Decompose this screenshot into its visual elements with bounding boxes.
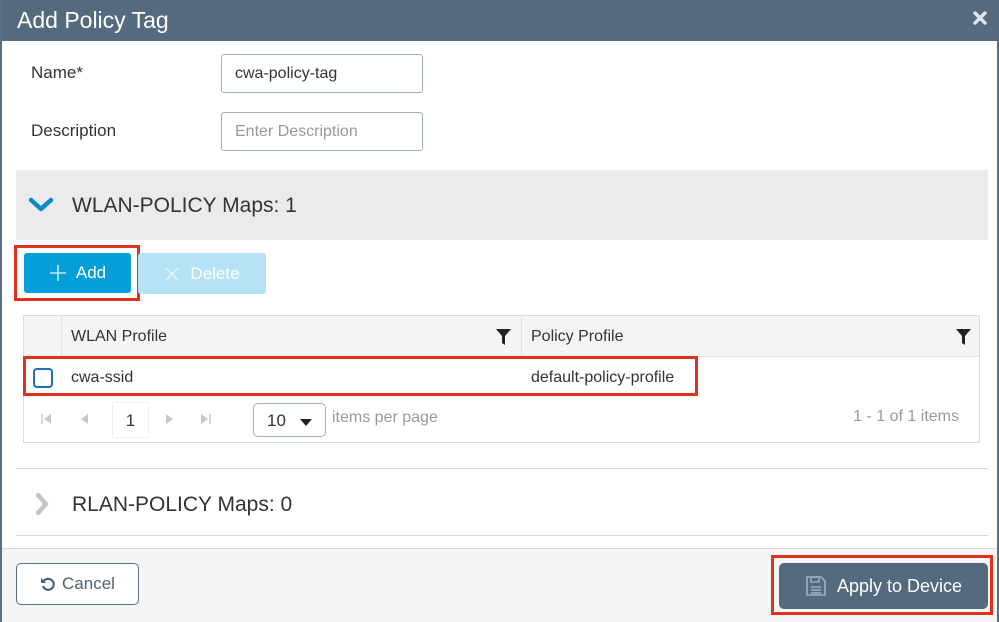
delete-button-label: Delete [190,263,240,283]
apply-to-device-button[interactable]: Apply to Device [779,563,988,609]
page-size-value: 10 [267,411,286,430]
rlan-policy-section-header[interactable]: RLAN-POLICY Maps: 0 [16,468,988,536]
column-header-wlan-profile[interactable]: WLAN Profile [71,316,167,357]
last-page-icon[interactable] [199,413,211,425]
dialog-footer: Cancel Apply to Device [2,548,997,622]
wlan-policy-section-title: WLAN-POLICY Maps: 1 [72,194,297,217]
items-per-page-label: items per page [332,409,438,426]
wlan-policy-grid: WLAN Profile Policy Profile cwa-ssid def… [23,315,980,443]
wlan-policy-section-header[interactable]: WLAN-POLICY Maps: 1 [16,170,988,240]
first-page-icon[interactable] [41,413,53,425]
dialog-title: Add Policy Tag [17,7,169,33]
x-icon [165,267,179,280]
column-divider [61,316,62,357]
pager-info: 1 - 1 of 1 items [853,408,959,425]
chevron-down-icon [28,197,54,212]
current-page-number[interactable]: 1 [112,402,149,438]
wlan-profile-cell: cwa-ssid [71,369,134,386]
name-input[interactable] [221,54,423,93]
add-button[interactable]: Add [24,253,131,293]
column-header-policy-profile[interactable]: Policy Profile [531,316,623,357]
row-checkbox[interactable] [33,368,53,388]
delete-button[interactable]: Delete [138,253,266,294]
cancel-button[interactable]: Cancel [16,563,139,605]
table-row[interactable]: cwa-ssid default-policy-profile [24,358,979,398]
next-page-icon[interactable] [163,413,175,425]
undo-icon [41,577,55,591]
filter-icon[interactable] [496,329,511,345]
caret-down-icon [300,419,312,426]
filter-icon[interactable] [956,329,971,345]
cancel-button-label: Cancel [62,574,115,593]
rlan-policy-section-title: RLAN-POLICY Maps: 0 [72,493,293,516]
add-policy-tag-dialog: Add Policy Tag Name* Description WLAN-PO… [0,0,999,622]
add-button-label: Add [75,263,107,282]
page-size-select[interactable]: 10 [253,403,326,437]
previous-page-icon[interactable] [79,413,91,425]
policy-profile-cell: default-policy-profile [531,369,675,386]
plus-icon [49,265,66,281]
description-input[interactable] [221,112,423,151]
column-divider [521,316,522,357]
name-label: Name* [31,63,83,82]
save-icon [806,576,826,596]
grid-header: WLAN Profile Policy Profile [24,316,979,357]
close-icon[interactable] [972,10,988,26]
dialog-titlebar: Add Policy Tag [2,0,999,41]
apply-button-label: Apply to Device [836,575,963,596]
chevron-right-icon [35,493,49,515]
grid-pager: 1 10 items per page 1 - 1 of 1 items [24,398,979,442]
description-label: Description [31,121,117,140]
